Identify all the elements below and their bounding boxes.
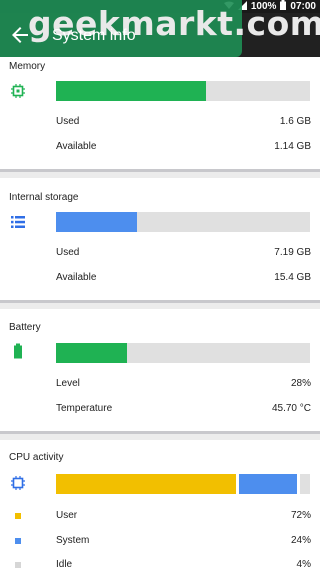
battery-level-row: Level 28%	[0, 375, 320, 393]
battery-icon	[10, 343, 26, 359]
idle-legend-dot	[15, 562, 21, 568]
cpu-idle-row: Idle 4%	[0, 556, 320, 570]
battery-level-bar	[56, 343, 310, 363]
system-legend-dot	[15, 538, 21, 544]
cpu-card: CPU activity User 72% System 24% Idle 4%	[0, 440, 320, 570]
storage-title: Internal storage	[9, 192, 79, 203]
status-icons: 100% 07:00	[223, 0, 316, 13]
divider	[0, 169, 320, 172]
memory-used-row: Used 1.6 GB	[0, 113, 320, 131]
battery-temperature-value: 45.70 °C	[271, 403, 311, 414]
memory-title: Memory	[9, 61, 46, 72]
cpu-system-segment	[239, 474, 297, 494]
memory-used-value: 1.6 GB	[279, 116, 311, 127]
user-legend-dot	[15, 513, 21, 519]
chip-icon	[10, 83, 26, 99]
storage-card: Internal storage Used 7.19 GB Available …	[0, 178, 320, 300]
divider	[0, 431, 320, 434]
divider	[0, 300, 320, 303]
storage-available-row: Available 15.4 GB	[0, 269, 320, 287]
clock: 07:00	[290, 1, 316, 12]
memory-used-label: Used	[56, 116, 80, 127]
cpu-user-value: 72%	[290, 510, 311, 521]
cpu-system-row: System 24%	[0, 532, 320, 550]
storage-available-label: Available	[56, 272, 97, 283]
memory-used-fill	[56, 81, 206, 101]
battery-title: Battery	[9, 322, 41, 333]
cpu-idle-value: 4%	[296, 559, 311, 570]
cpu-icon	[10, 475, 26, 491]
memory-available-label: Available	[56, 141, 97, 152]
cpu-user-row: User 72%	[0, 507, 320, 525]
status-bar: 100% 07:00	[0, 0, 320, 13]
memory-card: Memory Used 1.6 GB Available 1.14 GB	[0, 57, 320, 169]
battery-temperature-row: Temperature 45.70 °C	[0, 400, 320, 418]
cpu-idle-label: Idle	[56, 559, 73, 570]
battery-status-icon	[280, 0, 287, 13]
storage-used-fill	[56, 212, 138, 232]
cpu-user-segment	[56, 474, 236, 494]
memory-available-value: 1.14 GB	[274, 141, 311, 152]
storage-usage-bar	[56, 212, 310, 232]
cpu-title: CPU activity	[9, 452, 64, 463]
battery-temperature-label: Temperature	[56, 403, 113, 414]
wifi-icon	[223, 1, 234, 13]
cpu-idle-segment	[300, 474, 310, 494]
list-icon	[10, 214, 26, 230]
back-arrow-icon[interactable]	[8, 23, 32, 47]
memory-available-row: Available 1.14 GB	[0, 138, 320, 156]
battery-level-fill	[56, 343, 128, 363]
storage-used-label: Used	[56, 247, 80, 258]
cpu-system-label: System	[56, 535, 90, 546]
cpu-system-value: 24%	[290, 535, 311, 546]
storage-used-value: 7.19 GB	[274, 247, 311, 258]
cpu-user-label: User	[56, 510, 78, 521]
battery-level-value: 28%	[290, 378, 311, 389]
battery-level-label: Level	[56, 378, 80, 389]
memory-usage-bar	[56, 81, 310, 101]
signal-icon	[237, 0, 247, 13]
cpu-activity-bar	[56, 474, 310, 494]
battery-percent: 100%	[250, 1, 277, 12]
storage-available-value: 15.4 GB	[274, 272, 311, 283]
battery-card: Battery Level 28% Temperature 45.70 °C	[0, 309, 320, 431]
storage-used-row: Used 7.19 GB	[0, 244, 320, 262]
page-title: System info	[52, 27, 136, 44]
app-bar: System info	[0, 13, 320, 57]
